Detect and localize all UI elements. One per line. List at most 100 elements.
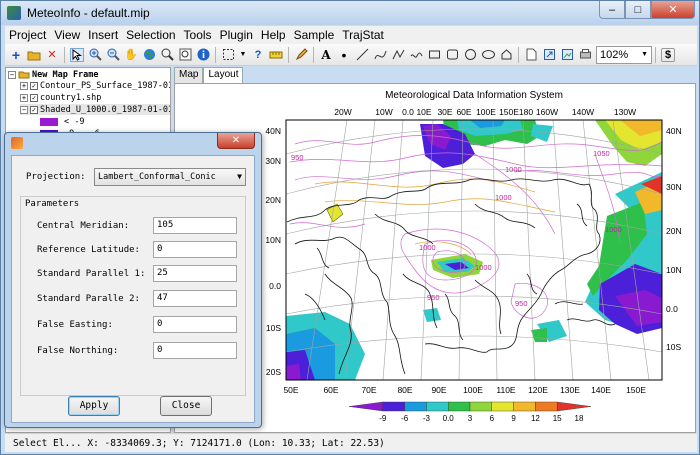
bottom-axis-label: 130E (560, 385, 580, 395)
expand-icon[interactable]: + (20, 81, 28, 90)
top-axis-label: 30E (437, 107, 452, 117)
close-dialog-button[interactable]: Close (160, 396, 212, 416)
layer-checkbox[interactable]: ✓ (30, 93, 38, 102)
tab-layout[interactable]: Layout (203, 67, 244, 84)
menu-plugin[interactable]: Plugin (216, 28, 257, 42)
colorbar-label: -9 (379, 414, 387, 423)
left-axis-labels: 40N 30N 20N 10N 0.0 10S 20S (265, 126, 281, 377)
false-northing-input[interactable]: 0 (153, 342, 237, 359)
help-question-icon[interactable]: ? (251, 48, 265, 62)
legend-item-label: < -9 (64, 116, 85, 127)
remove-icon[interactable]: ✕ (45, 48, 59, 62)
title-bar: MeteoInfo - default.mip – □ ✕ (1, 1, 699, 25)
dialog-title-bar[interactable]: ✕ (5, 133, 261, 153)
top-axis-label: 0.0 (402, 107, 414, 117)
colorbar-segment (404, 401, 427, 412)
print-icon[interactable] (578, 48, 592, 62)
standard-parallel-1-input[interactable]: 25 (153, 265, 237, 282)
collapse-icon[interactable]: − (8, 70, 16, 79)
right-axis-label: 10S (666, 342, 681, 352)
pan-hand-icon[interactable]: ✋ (124, 48, 138, 62)
dialog-close-x-button[interactable]: ✕ (217, 133, 255, 149)
text-tool-icon[interactable]: A (319, 48, 333, 62)
full-extent-globe-icon[interactable] (142, 48, 156, 62)
polyline-tool-icon[interactable] (391, 48, 405, 62)
toolbar: + ✕ ✋ ▼ ? A • 102% ▼ $ (5, 44, 697, 66)
dialog-app-icon (11, 137, 23, 149)
tab-map[interactable]: Map (174, 67, 204, 83)
minimize-button[interactable]: – (599, 1, 625, 19)
false-easting-input[interactable]: 0 (153, 316, 237, 333)
top-axis-label: 10E (416, 107, 431, 117)
left-axis-label: 40N (265, 126, 281, 136)
measure-icon[interactable] (269, 48, 283, 62)
polygon-tool-icon[interactable] (445, 48, 459, 62)
add-layer-icon[interactable]: + (9, 48, 23, 62)
dollar-icon[interactable]: $ (661, 47, 675, 62)
layer-checkbox[interactable]: ✓ (30, 105, 38, 114)
menu-tools[interactable]: Tools (180, 28, 216, 42)
circle-tool-icon[interactable] (463, 48, 477, 62)
line-tool-icon[interactable] (355, 48, 369, 62)
save-image-icon[interactable] (560, 48, 574, 62)
select-features-icon[interactable] (221, 48, 235, 62)
colorbar-segment (491, 401, 514, 412)
menu-help[interactable]: Help (257, 28, 290, 42)
shape-tool-icon[interactable] (499, 48, 513, 62)
tree-layer-shaded[interactable]: − ✓ Shaded_U_1000.0_1987-01-01 (20, 104, 170, 115)
zoom-layer-icon[interactable] (160, 48, 174, 62)
freehand-tool-icon[interactable] (409, 48, 423, 62)
window-title: MeteoInfo - default.mip (27, 6, 150, 20)
colorbar: -9 -6 -3 0.0 3 6 9 12 15 18 (348, 401, 592, 423)
reference-latitude-input[interactable]: 0 (153, 241, 237, 258)
bottom-axis-labels: 50E 60E 70E 80E 90E 100E 110E 120E 130E … (283, 385, 646, 395)
left-axis-label: 20S (266, 367, 281, 377)
select-icon[interactable] (70, 47, 84, 62)
layer-checkbox[interactable]: ✓ (30, 81, 38, 90)
zoom-out-icon[interactable] (106, 48, 120, 62)
right-axis-label: 30N (666, 182, 682, 192)
export-icon[interactable] (542, 48, 556, 62)
close-button[interactable]: ✕ (651, 1, 695, 19)
menu-insert[interactable]: Insert (84, 28, 122, 42)
menu-project[interactable]: Project (5, 28, 50, 42)
central-meridian-input[interactable]: 105 (153, 217, 237, 234)
menu-trajstat[interactable]: TrajStat (338, 28, 388, 42)
param-label-central-meridian: Central Meridian: (37, 221, 130, 231)
label-edit-icon[interactable] (294, 48, 308, 62)
zoom-in-icon[interactable] (88, 48, 102, 62)
top-axis-label: 180 (519, 107, 533, 117)
zoom-selection-icon[interactable] (178, 48, 192, 62)
menu-view[interactable]: View (50, 28, 84, 42)
ellipse-tool-icon[interactable] (481, 48, 495, 62)
dropdown-arrow-icon[interactable]: ▼ (239, 48, 247, 62)
tree-layer-country[interactable]: + ✓ country1.shp (20, 92, 101, 103)
top-axis-label: 140W (572, 107, 594, 117)
menu-selection[interactable]: Selection (122, 28, 179, 42)
colorbar-segment (448, 401, 471, 412)
toolbar-separator (518, 46, 519, 63)
top-axis-label: 130W (614, 107, 636, 117)
standard-parallel-2-input[interactable]: 47 (153, 290, 237, 307)
maximize-button[interactable]: □ (625, 1, 651, 19)
status-text: Select El... X: -8334069.3; Y: 7124171.0… (13, 437, 385, 449)
bottom-axis-label: 140E (591, 385, 611, 395)
toolbar-separator (655, 46, 656, 63)
open-icon[interactable] (27, 48, 41, 62)
curve-tool-icon[interactable] (373, 48, 387, 62)
tree-map-frame[interactable]: − New Map Frame (8, 69, 99, 80)
point-tool-icon[interactable]: • (337, 48, 351, 62)
new-page-icon[interactable] (524, 48, 538, 62)
param-label-standard-parallel-2: Standard Paralle 2: (37, 294, 140, 304)
toolbar-separator (64, 46, 65, 63)
projection-select[interactable]: Lambert_Conformal_Conic ▼ (94, 168, 246, 186)
identify-info-icon[interactable] (196, 48, 210, 62)
rectangle-tool-icon[interactable] (427, 48, 441, 62)
colorbar-segment (348, 401, 384, 412)
menu-sample[interactable]: Sample (290, 28, 339, 42)
expand-icon[interactable]: + (20, 93, 28, 102)
zoom-level-dropdown[interactable]: 102% ▼ (596, 45, 652, 64)
apply-button[interactable]: Apply (68, 396, 120, 416)
tree-layer-contour[interactable]: + ✓ Contour_PS_Surface_1987-01- (20, 80, 170, 91)
collapse-icon[interactable]: − (20, 105, 28, 114)
